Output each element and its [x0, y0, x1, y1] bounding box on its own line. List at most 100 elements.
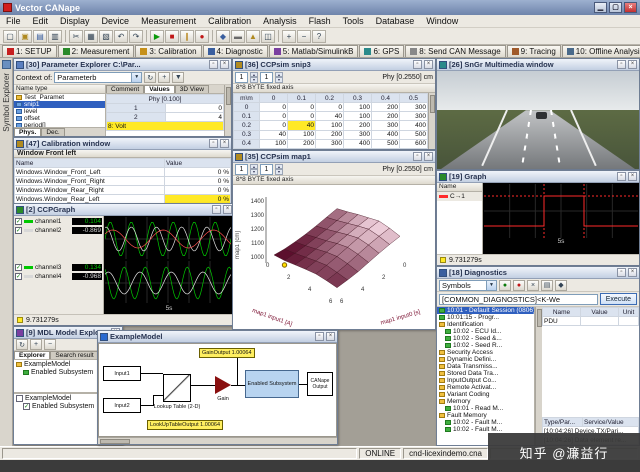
gain-output-annotation[interactable]: GainOutput 1.00064 — [199, 348, 255, 358]
panel-title-bar[interactable]: [47] Calibration window ▫ × — [14, 138, 231, 150]
lookup-output-annotation[interactable]: LookUpTableOutput 1.00064 — [147, 420, 223, 430]
video-frame[interactable] — [437, 71, 639, 169]
vertical-scrollbar[interactable] — [428, 93, 435, 149]
tab-simulink[interactable]: 5: Matlab/SimulinkB — [269, 45, 359, 57]
stop-measurement-icon[interactable]: ■ — [165, 30, 179, 43]
redo-icon[interactable]: ↷ — [129, 30, 143, 43]
clear-icon[interactable]: × — [527, 280, 539, 291]
tab-diagnostic[interactable]: 4: Diagnostic — [203, 45, 268, 57]
panel-maximize-icon[interactable]: ▫ — [315, 332, 324, 341]
tree-item[interactable]: Test_Paramet — [14, 94, 105, 101]
context-select[interactable]: Parameterb▼ — [54, 72, 142, 83]
menu-database[interactable]: Database — [370, 16, 421, 26]
diag-tree-item[interactable]: Dynamic Defini... — [437, 356, 534, 363]
tab-values[interactable]: Values — [144, 85, 175, 93]
tab-gps[interactable]: 6: GPS — [359, 45, 404, 57]
map-cell[interactable]: 300 — [344, 130, 372, 139]
menu-device[interactable]: Device — [96, 16, 136, 26]
device-config-icon[interactable]: ◆ — [216, 30, 230, 43]
settings-icon[interactable]: ◆ — [555, 280, 567, 291]
map-cell[interactable]: 100 — [344, 112, 372, 121]
channel-checkbox[interactable]: ✓ — [15, 227, 22, 234]
channel-checkbox[interactable]: ✓ — [15, 218, 22, 225]
map-cell[interactable]: 300 — [400, 103, 428, 112]
channel-legend-row[interactable]: ✓ channel2 -0.869 — [15, 226, 102, 235]
menu-analysis[interactable]: Analysis — [257, 16, 303, 26]
panel-maximize-icon[interactable]: ▫ — [212, 205, 221, 214]
menu-file[interactable]: File — [0, 16, 27, 26]
response-cell[interactable]: PDU — [543, 317, 581, 326]
diag-tree-item[interactable]: 10:01:15 - Progr... — [437, 314, 534, 321]
menu-flash[interactable]: Flash — [303, 16, 337, 26]
diag-tree-item[interactable]: InputOutput Co... — [437, 377, 534, 384]
panel-title-bar[interactable]: [26] SnGr Multimedia window ▫ × — [437, 59, 639, 71]
param-value-cell[interactable]: 0 % — [165, 168, 231, 177]
gain-block[interactable] — [215, 376, 231, 394]
panel-close-icon[interactable]: × — [424, 152, 433, 161]
menu-tools[interactable]: Tools — [337, 16, 370, 26]
log-column-header[interactable]: Service/Value — [583, 418, 639, 427]
map-cell[interactable]: 200 — [288, 139, 316, 148]
add-icon[interactable]: + — [158, 72, 170, 83]
horizontal-scrollbar[interactable] — [98, 437, 337, 444]
selected-value-cell[interactable]: 8: Volt — [107, 122, 224, 131]
diag-tree-item[interactable]: Fault Memory — [437, 412, 534, 419]
database-icon[interactable]: ▬ — [231, 30, 245, 43]
tab-measurement[interactable]: 2: Measurement — [58, 45, 135, 57]
panel-close-icon[interactable]: × — [628, 60, 637, 69]
value-cell[interactable]: 0 — [165, 104, 224, 113]
map-cell[interactable]: 600 — [400, 139, 428, 148]
col-header[interactable]: 0.1 — [288, 94, 316, 103]
row-header[interactable]: 0.1 — [234, 112, 260, 121]
scope-right-plot[interactable] — [484, 184, 638, 238]
map-cell[interactable]: 400 — [400, 121, 428, 130]
minimize-button[interactable]: ▁ — [594, 2, 607, 13]
diag-tree-item[interactable]: Identification — [437, 321, 534, 328]
map3d-plot[interactable]: 1400130012001100100000224466 — [233, 185, 435, 329]
map-cell[interactable]: 200 — [372, 103, 400, 112]
panel-title-bar[interactable]: [36] CCPsim snip3 ▫ × — [233, 59, 435, 71]
tab-send-can[interactable]: 8: Send CAN Message — [405, 45, 505, 57]
scope-left-plot1[interactable] — [105, 217, 231, 259]
save-log-icon[interactable]: ▤ — [541, 280, 553, 291]
zoom-out-icon[interactable]: − — [297, 30, 311, 43]
x-index-field[interactable]: 1 — [235, 164, 248, 175]
panel-close-icon[interactable]: × — [628, 268, 637, 277]
panel-close-icon[interactable]: × — [220, 60, 229, 69]
map-cell[interactable]: 500 — [400, 130, 428, 139]
chevron-down-icon[interactable]: ▼ — [486, 281, 496, 290]
map-cell[interactable]: 300 — [372, 121, 400, 130]
channel-legend-row[interactable]: C→1 — [437, 192, 482, 201]
panel-title-bar[interactable]: [18] Diagnostics ▫ × — [437, 267, 639, 279]
map-cell[interactable]: 100 — [260, 139, 288, 148]
col-header[interactable]: 0 — [260, 94, 288, 103]
panel-close-icon[interactable]: × — [424, 60, 433, 69]
column-header[interactable]: Name — [543, 308, 581, 317]
column-header[interactable]: Value — [581, 308, 619, 317]
param-name-cell[interactable]: Windows.Window_Front_Left — [15, 168, 165, 177]
menu-calibration[interactable]: Calibration — [202, 16, 257, 26]
map-cell[interactable]: 40 — [260, 130, 288, 139]
map-cell[interactable]: 40 — [316, 112, 344, 121]
copy-icon[interactable]: ▦ — [84, 30, 98, 43]
close-button[interactable]: × — [624, 2, 637, 13]
response-cell[interactable] — [619, 317, 639, 326]
menu-edit[interactable]: Edit — [27, 16, 55, 26]
diag-tree-item[interactable]: 10:01 - Read M... — [437, 405, 534, 412]
connect-icon[interactable]: ● — [499, 280, 511, 291]
row-header[interactable]: 0.2 — [234, 121, 260, 130]
panel-close-icon[interactable]: × — [223, 205, 232, 214]
chevron-down-icon[interactable]: ▼ — [131, 73, 141, 82]
tab-calibration[interactable]: 3: Calibration — [135, 45, 201, 57]
menu-display[interactable]: Display — [54, 16, 96, 26]
row-header[interactable]: 0.4 — [234, 139, 260, 148]
canape-output-block[interactable]: CANape Output — [307, 372, 333, 396]
panel-maximize-icon[interactable]: ▫ — [617, 268, 626, 277]
new-icon[interactable]: ▢ — [3, 30, 17, 43]
input-block[interactable]: Input1 — [103, 366, 141, 381]
tab-3d-view[interactable]: 3D View — [175, 85, 209, 93]
tab-phys[interactable]: Phys. — [14, 128, 41, 136]
panel-close-icon[interactable]: × — [326, 332, 335, 341]
help-icon[interactable]: ? — [312, 30, 326, 43]
map-cell[interactable]: 200 — [316, 130, 344, 139]
